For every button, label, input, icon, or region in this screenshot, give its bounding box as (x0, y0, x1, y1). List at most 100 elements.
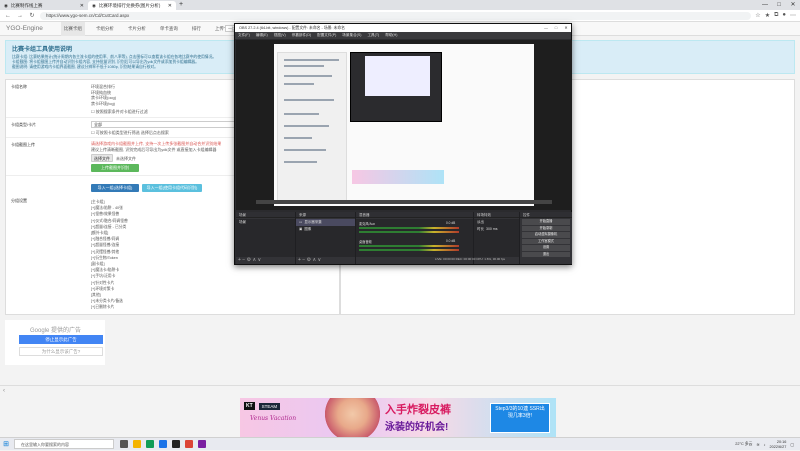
forward-icon[interactable]: → (16, 13, 24, 19)
preview-screen-capture (274, 44, 534, 206)
upload-button[interactable]: 上传截图并识别 (91, 164, 139, 172)
filter-checkbox[interactable]: ☐ 按照搜索条件对卡组进行过滤 (91, 109, 148, 115)
obs-menu-item[interactable]: 停靠部件(D) (292, 32, 311, 39)
menu-icon[interactable]: ⋯ (790, 12, 796, 19)
obs-menu-item[interactable]: 视图(V) (274, 32, 286, 39)
volume-icon[interactable]: ♪ (764, 443, 766, 447)
app-icon[interactable] (146, 440, 154, 448)
scene-item[interactable]: 场景 (236, 219, 295, 226)
list-item[interactable]: [+]仪式/融合/同调怪兽 (91, 218, 128, 224)
nav-item-3[interactable]: 卡片分析 (125, 22, 149, 36)
obs-menu-item[interactable]: 配置文件(P) (317, 32, 336, 39)
back-icon[interactable]: ← (4, 13, 12, 19)
maximize-button[interactable]: □ (772, 0, 786, 10)
tab-close-icon[interactable]: ✕ (168, 3, 172, 9)
file-explorer-icon[interactable] (133, 440, 141, 448)
upload-hint: 建议上传清晰截图, 识别完成后可导出为ydk文件 或直接加入卡组编辑器 (91, 147, 217, 152)
studio-mode-button[interactable]: 工作室模式 (522, 238, 570, 244)
list-label: 分组设置 (11, 198, 27, 203)
tab-favicon-icon: ◉ (4, 2, 8, 8)
settings-button[interactable]: 设置 (522, 245, 570, 251)
audio-meter (359, 227, 459, 229)
game-banner-ad[interactable]: KT STEAM Venus Vacation 入手炸裂皮裤 泳装的好机会! S… (240, 398, 556, 438)
audio-meter (359, 249, 459, 251)
row-label: 卡组截图上传 (11, 142, 35, 147)
new-tab-button[interactable]: + (176, 1, 186, 10)
obs-menu-item[interactable]: 帮助(H) (385, 32, 397, 39)
notification-icon[interactable]: ▢ (790, 442, 794, 447)
sources-dock-title: 来源 (296, 212, 355, 218)
obs-maximize-button[interactable]: □ (551, 24, 561, 32)
favorites-icon[interactable]: ★ (765, 12, 770, 19)
obs-menu-item[interactable]: 编辑(E) (256, 32, 268, 39)
tab-1[interactable]: ◉ 比赛制作线上赛 ✕ (0, 1, 88, 10)
obs-menu-item[interactable]: 场景集合(S) (342, 32, 361, 39)
choose-file-button[interactable]: 选择文件 (91, 154, 113, 162)
sources-dock-footer[interactable]: + − ⚙ ∧ ∨ (298, 257, 321, 263)
virtual-camera-button[interactable]: 启动虚拟摄像机 (522, 232, 570, 238)
taskbar-search[interactable]: 在这里输入你要搜索的内容 (14, 439, 114, 449)
mixer-track-db: 0.0 dB (446, 239, 456, 243)
task-view-icon[interactable] (120, 440, 128, 448)
banner-logos: KT STEAM (244, 402, 281, 410)
obs-minimize-button[interactable]: — (541, 24, 551, 32)
obs-menu-item[interactable]: 工具(T) (367, 32, 379, 39)
import-primary-button[interactable]: 导入一组(选择卡组) (91, 184, 139, 192)
wifi-icon[interactable]: ≋ (756, 442, 759, 447)
scroll-left-icon[interactable]: ‹ (0, 388, 5, 394)
obs-icon[interactable] (172, 440, 180, 448)
stop-ad-button[interactable]: 停止显示此广告 (19, 335, 103, 344)
scenes-dock-footer[interactable]: + − ⚙ ∧ ∨ (238, 257, 261, 263)
tab-2[interactable]: ◉ 比赛环境排行兑换券(图片分析) ✕ (88, 1, 176, 10)
site-brand[interactable]: YGO-Engine (6, 25, 43, 32)
app-icon[interactable] (198, 440, 206, 448)
mixer-track-name: 麦克风/Aux (359, 222, 375, 226)
source-item[interactable]: ▣ 图像 (296, 226, 355, 233)
preview-nested-obs (350, 52, 442, 122)
window-controls: — □ ✕ (758, 0, 800, 10)
duration-field[interactable]: 时长 300 ms (474, 226, 519, 233)
audio-meter (359, 245, 459, 247)
tab-close-icon[interactable]: ✕ (80, 3, 84, 9)
clock[interactable]: 20:16 2022/6/27 (770, 440, 787, 449)
address-bar: ← → ↻ https://www.ygo-sem.cn/Cd/CutCard.… (0, 10, 800, 22)
app-icon[interactable] (185, 440, 193, 448)
refresh-icon[interactable]: ↻ (28, 12, 36, 19)
exit-button[interactable]: 退出 (522, 251, 570, 257)
profile-icon[interactable]: ● (782, 12, 786, 19)
nav-item-5[interactable]: 排行 (189, 22, 204, 36)
deck-name-options[interactable]: 环境混合排行 环境纯血统 禁卡环境(ocg) 禁卡环境(tcg) (91, 84, 116, 106)
source-item[interactable]: ▭ 显示器采集 (296, 219, 355, 226)
nav-item-1[interactable]: 比赛卡组 (60, 21, 85, 36)
mixer-track-db: 0.0 dB (446, 221, 456, 225)
obs-window[interactable]: OBS 27.2.4 (64-bit, windows) - 配置文件: 未命名… (234, 23, 572, 265)
import-secondary-button[interactable]: 导入一组(使用卡组代码识别) (142, 184, 202, 192)
start-streaming-button[interactable]: 开始直播 (522, 219, 570, 225)
obs-docks: 场景 场景 + − ⚙ ∧ ∨ 来源 ▭ 显示器采集 ▣ 图像 + − ⚙ ∧ ∨ … (236, 212, 572, 264)
obs-close-button[interactable]: ✕ (561, 24, 571, 32)
browser-tab-bar: ◉ 比赛制作线上赛 ✕ ◉ 比赛环境排行兑换券(图片分析) ✕ + (0, 0, 800, 10)
nav-item-2[interactable]: 卡组分析 (93, 22, 117, 36)
why-ad-button[interactable]: 为什么显示该广告? (19, 347, 103, 356)
extensions-icon[interactable]: ⧉ (774, 12, 778, 19)
url-field[interactable]: https://www.ygo-sem.cn/Cd/CutCard.aspx (40, 11, 752, 20)
game-title: Venus Vacation (250, 415, 297, 422)
no-file-text: 未选择文件 (116, 156, 136, 161)
list-item[interactable]: [+]已删除卡片 (91, 304, 128, 310)
tab-title: 比赛制作线上赛 (10, 2, 43, 8)
transition-select[interactable]: 淡出 (474, 219, 519, 226)
windows-start-icon[interactable]: ⊞ (0, 440, 12, 448)
system-tray: 22°C 多云 ≋ ♪ 20:16 2022/6/27 ▢ (735, 438, 794, 451)
obs-menu-item[interactable]: 文件(F) (238, 32, 250, 39)
weather-text[interactable]: 22°C 多云 (735, 442, 752, 447)
start-recording-button[interactable]: 开始录制 (522, 225, 570, 231)
star-icon[interactable]: ☆ (755, 12, 760, 19)
minimize-button[interactable]: — (758, 0, 772, 10)
close-window-button[interactable]: ✕ (786, 0, 800, 10)
nav-item-4[interactable]: 单卡查询 (157, 22, 181, 36)
type-note: ☐ 可按照卡组类型进行筛选 选择后点击搜索 (91, 130, 169, 135)
edge-icon[interactable] (159, 440, 167, 448)
obs-preview-canvas[interactable] (236, 40, 572, 210)
obs-title-bar: OBS 27.2.4 (64-bit, windows) - 配置文件: 未命名… (235, 24, 571, 32)
kt-logo: KT (244, 402, 255, 410)
